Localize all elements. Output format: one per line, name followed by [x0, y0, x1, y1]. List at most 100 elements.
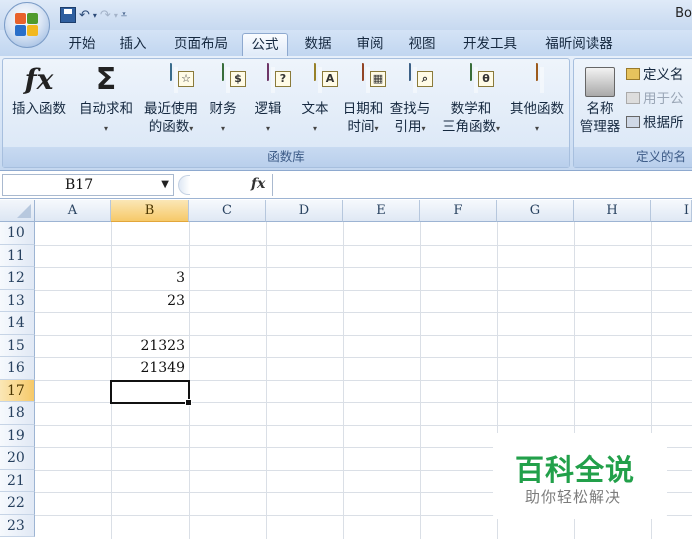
column-header-g[interactable]: G: [497, 200, 574, 222]
function-library-label: 函数库: [3, 147, 569, 167]
row-header-13[interactable]: 13: [0, 289, 35, 312]
recent-book-icon: ☆: [156, 63, 194, 97]
chevron-down-icon: ▾: [421, 124, 426, 133]
fx-icon: fx: [24, 63, 54, 96]
tab-home[interactable]: 开始: [62, 33, 102, 56]
column-header-f[interactable]: F: [420, 200, 497, 222]
column-header-b[interactable]: B: [111, 200, 189, 222]
column-header-i[interactable]: I: [651, 200, 692, 222]
column-header-e[interactable]: E: [343, 200, 420, 222]
name-manager-icon: [585, 67, 615, 97]
cell-b12[interactable]: 3: [111, 267, 188, 289]
math-trig-button[interactable]: θ 数学和 三角函数▾: [435, 63, 507, 138]
chevron-down-icon: ▾: [265, 124, 270, 133]
tab-formulas[interactable]: 公式: [242, 33, 288, 56]
lookup-reference-button[interactable]: ⌕ 查找与 引用▾: [387, 63, 433, 138]
insert-function-button[interactable]: fx 插入函数: [6, 63, 72, 118]
logical-book-icon: ?: [253, 63, 291, 97]
chevron-down-icon: ▾: [534, 124, 539, 133]
create-from-selection-icon: [626, 116, 640, 128]
name-box[interactable]: B17 ▼: [2, 174, 174, 196]
cell-b13[interactable]: 23: [111, 290, 188, 312]
row-header-23[interactable]: 23: [0, 514, 35, 537]
chevron-down-icon: ▾: [374, 124, 379, 133]
row-header-22[interactable]: 22: [0, 492, 35, 515]
more-functions-button[interactable]: 其他函数 ▾: [506, 63, 568, 138]
define-name-button[interactable]: 定义名: [626, 63, 684, 83]
undo-button[interactable]: ↶: [79, 6, 90, 24]
formula-input[interactable]: [272, 174, 692, 196]
fx-small-icon: [626, 92, 640, 104]
row-header-11[interactable]: 11: [0, 244, 35, 267]
watermark: 百科全说 助你轻松解决: [493, 433, 667, 519]
ribbon-tabs: 开始 插入 页面布局 公式 数据 审阅 视图 开发工具 福昕阅读器: [0, 30, 692, 56]
tab-developer[interactable]: 开发工具: [455, 33, 525, 56]
insert-function-fx-icon[interactable]: fx: [251, 176, 265, 192]
tab-insert[interactable]: 插入: [113, 33, 153, 56]
name-manager-button[interactable]: 名称 管理器: [576, 63, 624, 136]
autosum-button[interactable]: Σ 自动求和 ▾: [75, 63, 137, 138]
row-header-19[interactable]: 19: [0, 424, 35, 447]
formula-bar: B17 ▼ fx: [0, 172, 692, 199]
quick-access-toolbar: ↶ ▾ ↷ ▾ ⩡: [56, 5, 127, 25]
row-header-18[interactable]: 18: [0, 402, 35, 425]
save-button[interactable]: [60, 6, 76, 24]
create-from-selection-button[interactable]: 根据所: [626, 111, 684, 131]
sigma-icon: Σ: [95, 62, 117, 97]
chevron-down-icon: ▾: [103, 124, 108, 133]
define-name-icon: [626, 68, 640, 80]
more-functions-books-icon: [522, 63, 552, 97]
active-cell-b17[interactable]: [110, 380, 192, 406]
column-header-a[interactable]: A: [35, 200, 111, 222]
window-title: Bo: [675, 6, 692, 21]
column-header-c[interactable]: C: [189, 200, 266, 222]
redo-button[interactable]: ↷: [100, 6, 111, 24]
date-time-button[interactable]: ▦ 日期和 时间▾: [341, 63, 386, 138]
formula-bar-splitter[interactable]: [178, 175, 190, 195]
column-header-h[interactable]: H: [574, 200, 651, 222]
office-button[interactable]: [4, 2, 50, 48]
redo-dropdown-icon[interactable]: ▾: [114, 6, 118, 24]
row-header-14[interactable]: 14: [0, 312, 35, 335]
office-logo-icon: [15, 13, 39, 37]
math-book-icon: θ: [456, 63, 494, 97]
row-header-21[interactable]: 21: [0, 469, 35, 492]
title-bar: ↶ ▾ ↷ ▾ ⩡ Bo: [0, 0, 692, 48]
watermark-subtitle: 助你轻松解决: [525, 488, 622, 506]
chevron-down-icon[interactable]: ▼: [161, 179, 169, 190]
row-header-17[interactable]: 17: [0, 379, 35, 402]
cell-b15[interactable]: 21323: [111, 335, 188, 357]
logical-button[interactable]: ? 逻辑 ▾: [249, 63, 291, 138]
row-header-15[interactable]: 15: [0, 334, 35, 357]
date-book-icon: ▦: [348, 63, 386, 97]
recently-used-button[interactable]: ☆ 最近使用 的函数▾: [138, 63, 204, 138]
tab-data[interactable]: 数据: [298, 33, 338, 56]
lookup-book-icon: ⌕: [395, 63, 433, 97]
text-book-icon: A: [300, 63, 338, 97]
tab-page-layout[interactable]: 页面布局: [167, 33, 235, 56]
row-header-12[interactable]: 12: [0, 267, 35, 290]
watermark-title: 百科全说: [515, 453, 636, 487]
financial-book-icon: $: [208, 63, 246, 97]
row-header-16[interactable]: 16: [0, 357, 35, 380]
function-library-group: fx 插入函数 Σ 自动求和 ▾ ☆ 最近使用 的函数▾ $ 财务 ▾ ? 逻辑…: [2, 58, 570, 168]
row-header-10[interactable]: 10: [0, 222, 35, 245]
use-in-formula-button[interactable]: 用于公: [626, 87, 684, 107]
row-header-20[interactable]: 20: [0, 447, 35, 470]
chevron-down-icon: ▾: [220, 124, 225, 133]
tab-review[interactable]: 审阅: [350, 33, 390, 56]
chevron-down-icon: ▾: [189, 124, 194, 133]
select-all-button[interactable]: [0, 200, 35, 222]
tab-view[interactable]: 视图: [402, 33, 442, 56]
ribbon: fx 插入函数 Σ 自动求和 ▾ ☆ 最近使用 的函数▾ $ 财务 ▾ ? 逻辑…: [0, 56, 692, 171]
tab-foxit-reader[interactable]: 福昕阅读器: [537, 33, 621, 56]
chevron-down-icon: ▾: [495, 124, 500, 133]
column-header-d[interactable]: D: [266, 200, 343, 222]
customize-qat-icon[interactable]: ⩡: [121, 6, 127, 24]
financial-button[interactable]: $ 财务 ▾: [204, 63, 246, 138]
text-button[interactable]: A 文本 ▾: [296, 63, 338, 138]
chevron-down-icon: ▾: [312, 124, 317, 133]
cell-b16[interactable]: 21349: [111, 357, 188, 379]
undo-dropdown-icon[interactable]: ▾: [93, 6, 97, 24]
save-icon: [60, 7, 76, 23]
